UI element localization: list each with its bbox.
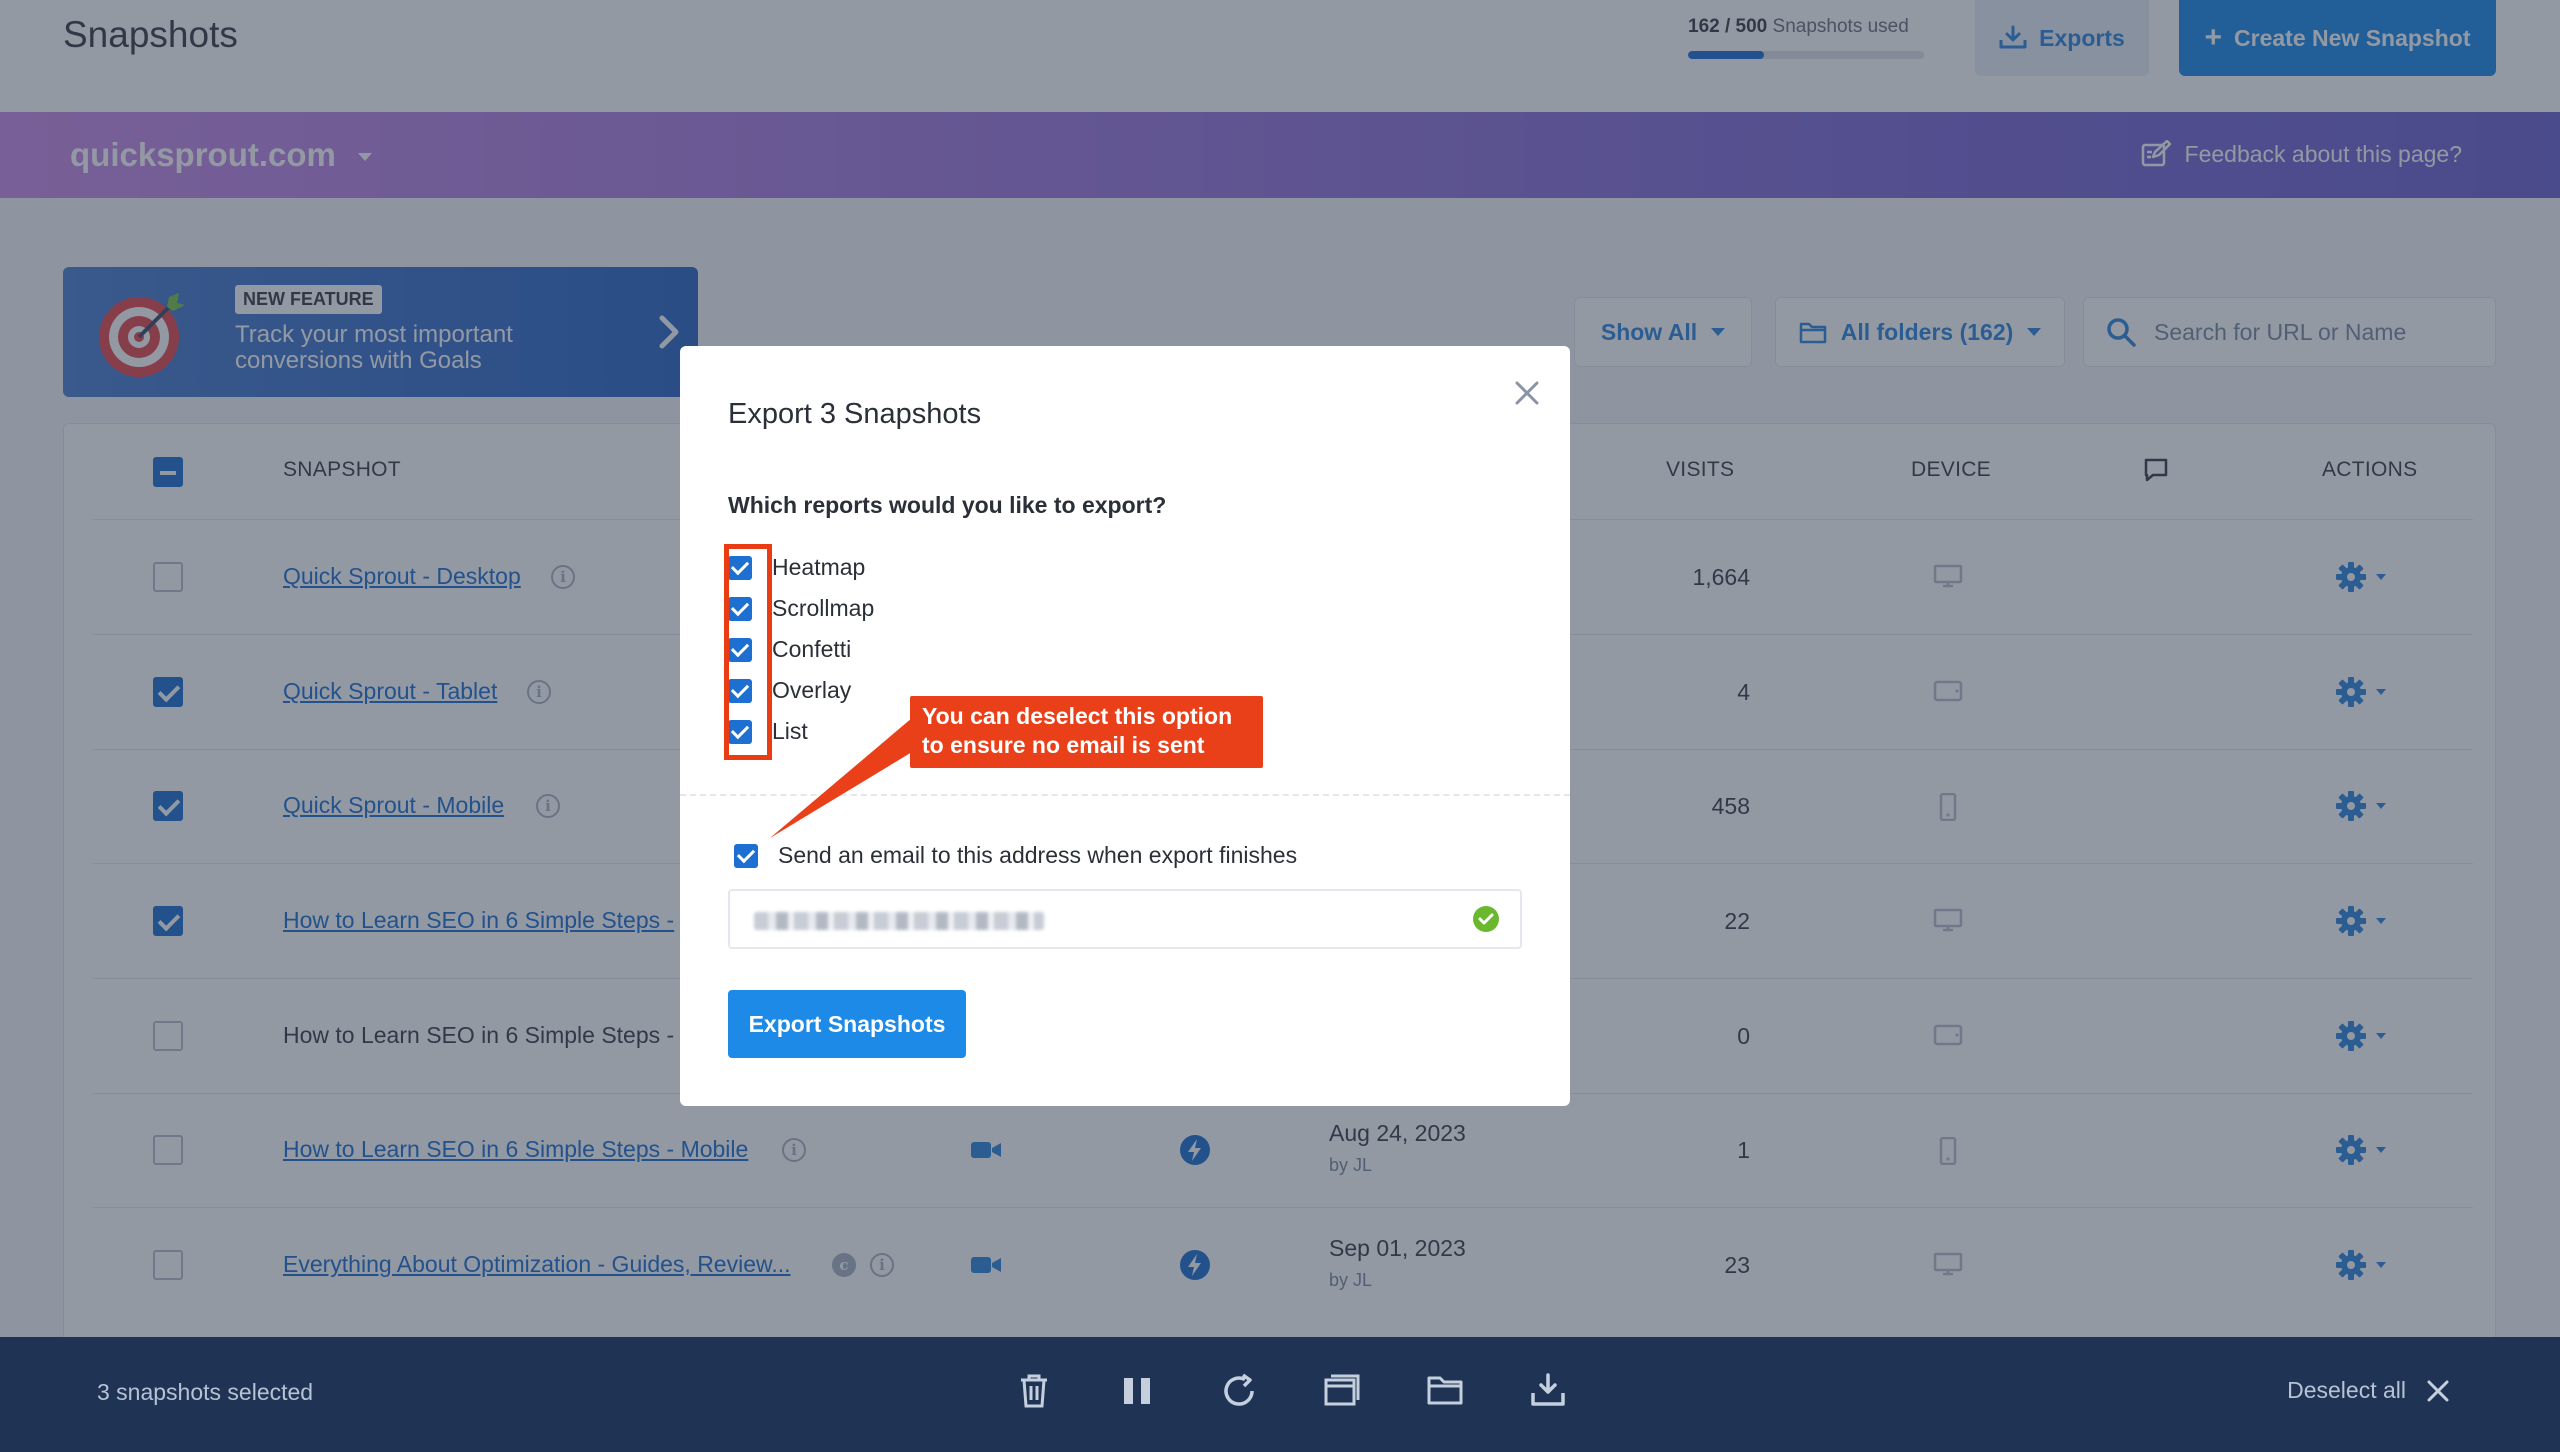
option-label: Heatmap [772,554,866,580]
annotation-highlight-box [724,544,772,760]
pause-icon[interactable] [1121,1373,1153,1409]
close-icon [2426,1379,2450,1403]
annotation-callout: You can deselect this option to ensure n… [910,696,1263,768]
email-checkbox[interactable] [734,843,758,868]
option-label: Scrollmap [772,595,875,621]
deselect-all-button[interactable]: Deselect all [2287,1377,2450,1404]
option-label: Overlay [772,677,852,703]
app: Snapshots 162 / 500 Snapshots used Expor… [0,0,2560,1452]
redacted-email [754,912,1044,930]
bulk-action-bar: 3 snapshots selected Deselect all [0,1337,2560,1452]
export-snapshots-button[interactable]: Export Snapshots [728,990,966,1058]
folder-icon[interactable] [1427,1373,1463,1407]
refresh-icon[interactable] [1221,1373,1257,1409]
email-option[interactable]: Send an email to this address when expor… [734,842,1297,869]
callout-line-1: You can deselect this option [922,703,1233,729]
option-label: Confetti [772,636,852,662]
trash-icon[interactable] [1018,1373,1050,1409]
email-option-label: Send an email to this address when expor… [778,842,1298,868]
modal-question: Which reports would you like to export? [728,492,1167,518]
selected-count: 3 snapshots selected [97,1379,314,1405]
email-field[interactable] [728,889,1522,949]
callout-line-2: to ensure no email is sent [922,732,1205,758]
deselect-all-label: Deselect all [2287,1377,2406,1403]
close-icon[interactable] [1514,380,1540,406]
option-label: List [772,718,808,744]
modal-title: Export 3 Snapshots [728,398,982,430]
download-icon[interactable] [1530,1373,1566,1409]
divider [680,794,1570,796]
check-circle-icon [1472,905,1500,933]
duplicate-icon[interactable] [1323,1373,1361,1409]
